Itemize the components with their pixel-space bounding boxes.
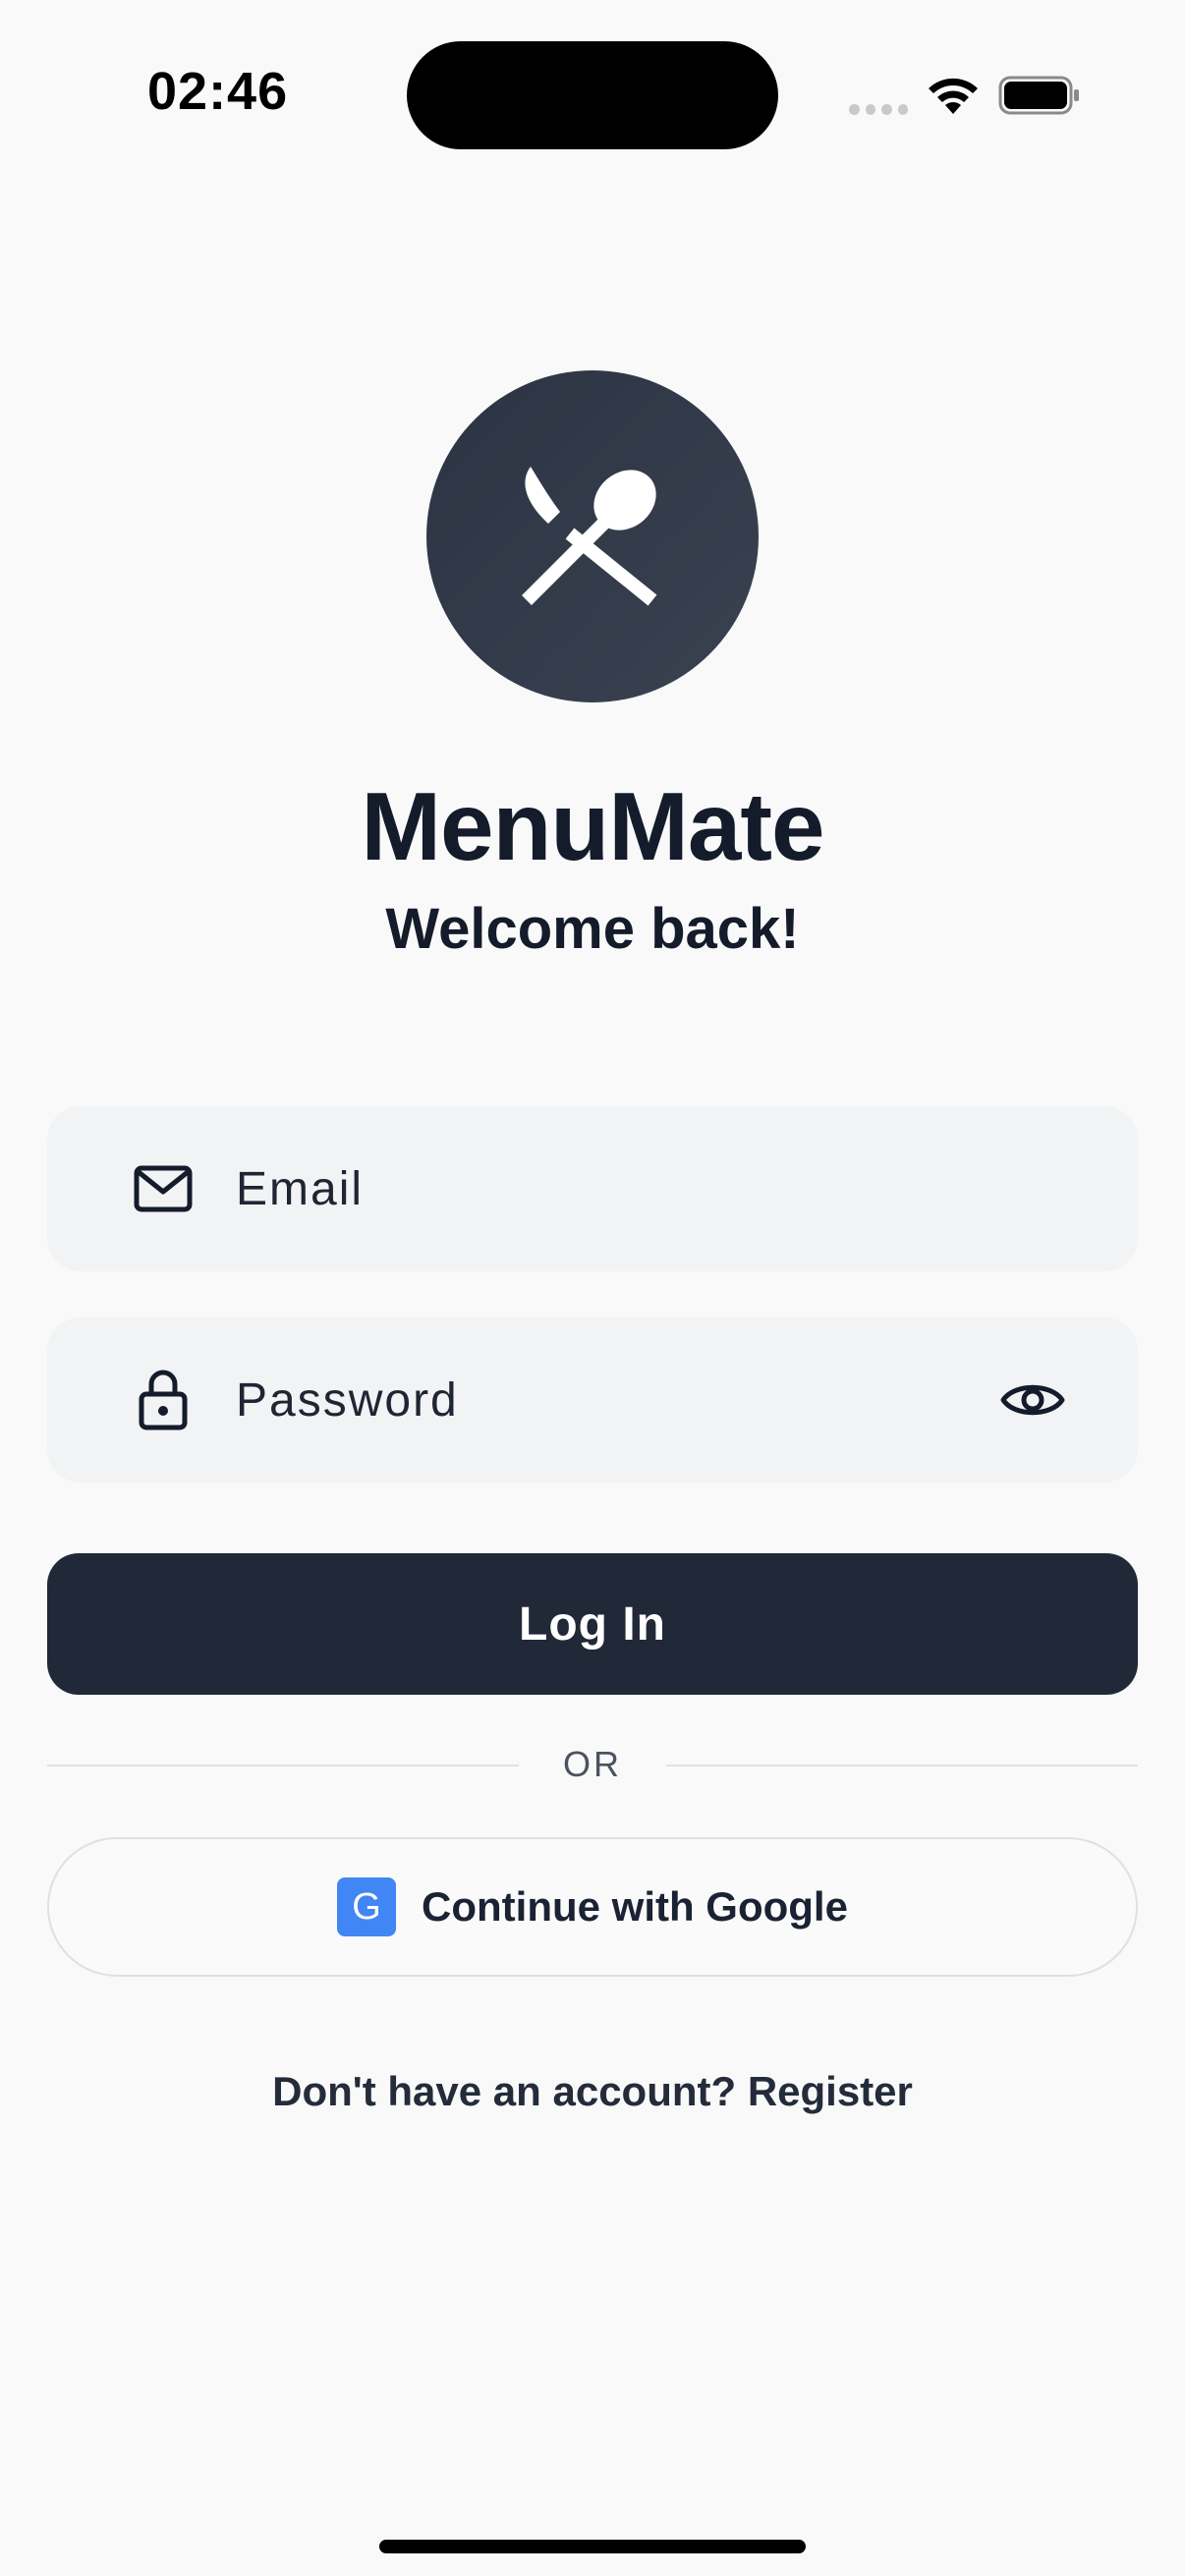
email-field[interactable] xyxy=(47,1105,1138,1272)
email-input[interactable] xyxy=(234,1105,1138,1272)
fork-spoon-icon xyxy=(522,467,657,606)
or-divider-label: OR xyxy=(563,1744,622,1784)
wifi-icon xyxy=(929,78,978,114)
cellular-signal-icon xyxy=(849,102,908,116)
google-icon: G xyxy=(337,1877,397,1936)
app-logo xyxy=(426,370,759,702)
password-field[interactable] xyxy=(47,1316,1138,1484)
battery-icon xyxy=(998,76,1079,115)
welcome-subtitle: Welcome back! xyxy=(385,897,800,961)
divider-left xyxy=(47,1764,519,1766)
google-signin-label: Continue with Google xyxy=(422,1883,848,1930)
dynamic-island xyxy=(407,41,778,149)
status-time: 02:46 xyxy=(147,62,289,121)
eye-icon[interactable] xyxy=(998,1375,1067,1425)
register-link[interactable]: Don't have an account? Register xyxy=(0,2068,1185,2115)
password-input[interactable] xyxy=(234,1316,998,1484)
mail-icon xyxy=(132,1157,195,1220)
home-indicator[interactable] xyxy=(379,2540,806,2553)
lock-icon xyxy=(132,1369,195,1431)
divider-right xyxy=(666,1764,1138,1766)
google-signin-button[interactable]: G Continue with Google xyxy=(47,1837,1138,1977)
login-button[interactable]: Log In xyxy=(47,1553,1138,1695)
app-title: MenuMate xyxy=(361,772,824,880)
